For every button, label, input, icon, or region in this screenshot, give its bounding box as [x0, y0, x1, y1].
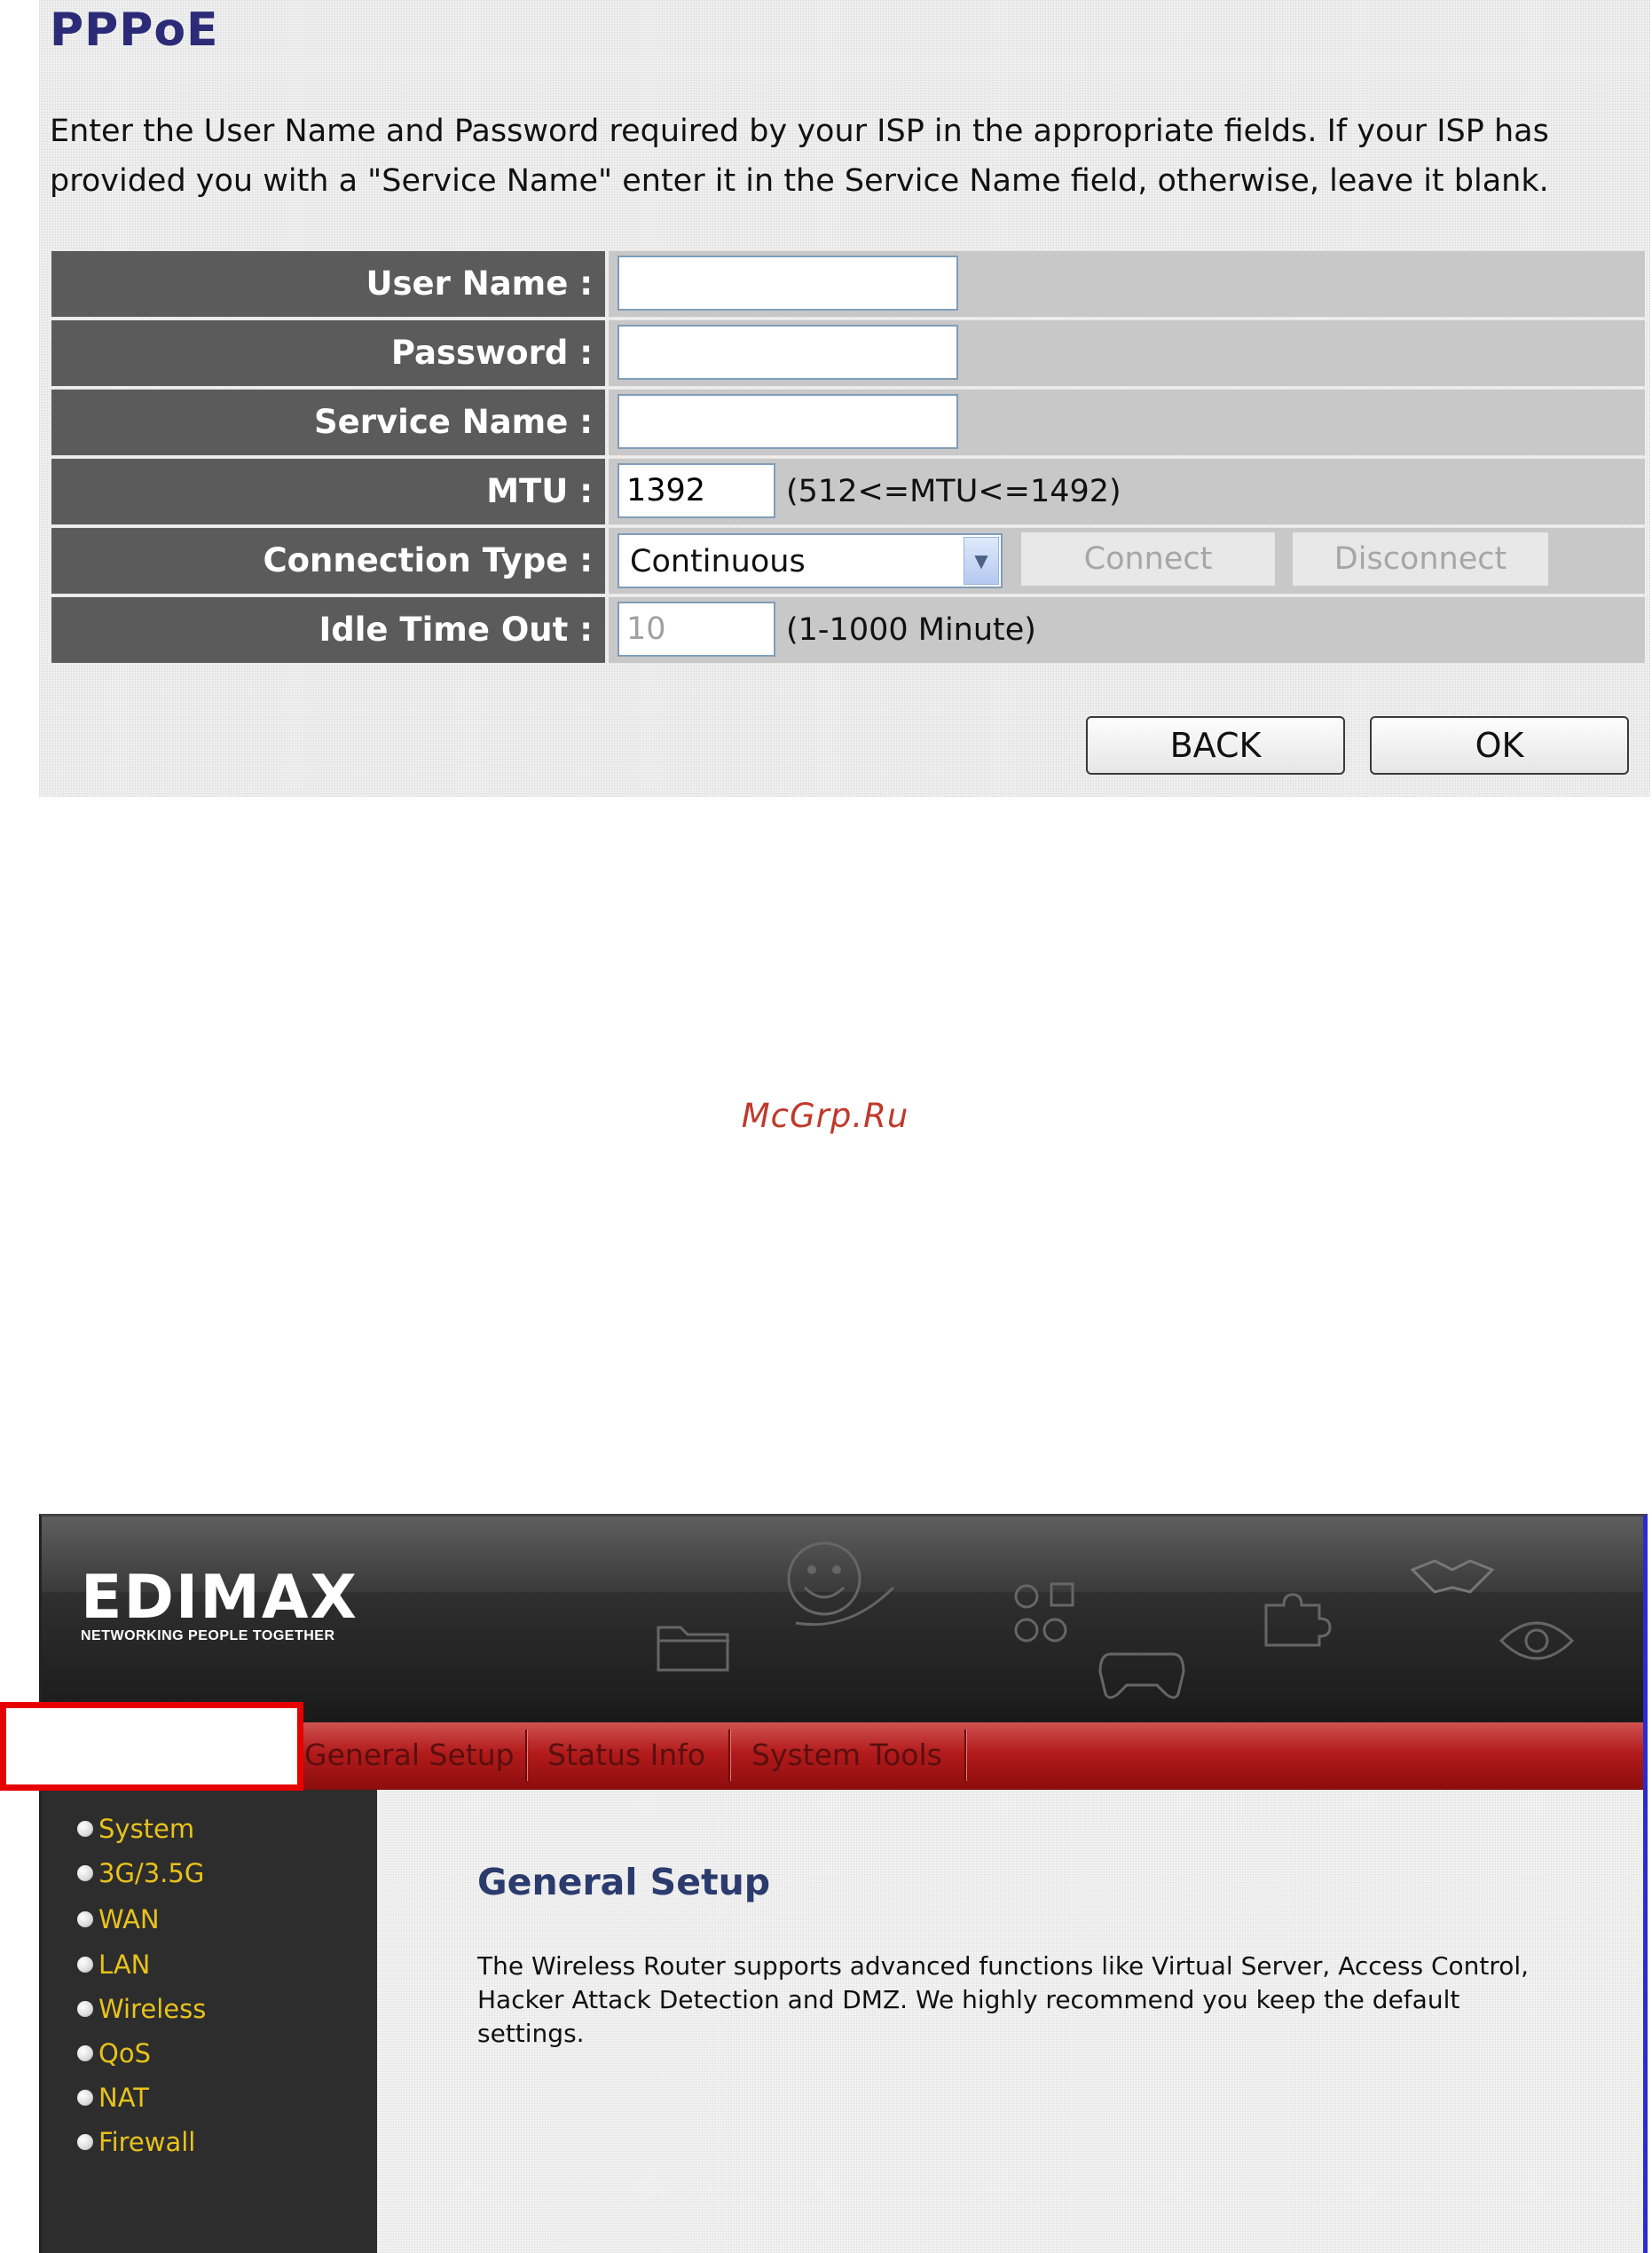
mtu-label: MTU :: [51, 459, 605, 524]
idle-timeout-row: Idle Time Out : (1-1000 Minute): [51, 597, 1645, 663]
connection-type-select[interactable]: Continuous ▼: [618, 533, 1003, 588]
content-description: The Wireless Router supports advanced fu…: [477, 1951, 1530, 2048]
service-name-row: Service Name :: [51, 390, 1645, 455]
service-name-label: Service Name :: [51, 390, 605, 455]
idle-timeout-hint: (1-1000 Minute): [786, 612, 1036, 648]
handshake-icon: [1410, 1559, 1495, 1594]
edimax-logo: EDIMAX NETWORKING PEOPLE TOGETHER: [81, 1563, 358, 1644]
radio-bullet-icon: [77, 2134, 93, 2150]
password-input[interactable]: [618, 325, 958, 380]
router-screenshot: EDIMAX NETWORKING PEOPLE TOGETHER Genera…: [39, 1514, 1648, 2253]
sidebar-item-wan[interactable]: WAN: [77, 1904, 160, 1934]
page-description: Enter the User Name and Password require…: [50, 114, 1549, 199]
sidebar-item-qos[interactable]: QoS: [77, 2038, 151, 2068]
user-name-input[interactable]: [618, 256, 958, 311]
ok-button[interactable]: OK: [1370, 716, 1629, 775]
idle-timeout-label: Idle Time Out :: [51, 597, 605, 663]
highlight-annotation: [0, 1702, 303, 1791]
mtu-row: MTU : (512<=MTU<=1492): [51, 459, 1645, 524]
sidebar-item-lan[interactable]: LAN: [77, 1950, 150, 1980]
connect-button[interactable]: Connect: [1020, 532, 1276, 587]
sidebar: System 3G/3.5G WAN LAN Wireless QoS NAT: [42, 1790, 377, 2253]
brand-name: EDIMAX: [81, 1563, 358, 1633]
molecule-icon: [1014, 1582, 1074, 1642]
chevron-down-icon[interactable]: ▼: [964, 537, 999, 585]
sidebar-item-system[interactable]: System: [77, 1814, 194, 1844]
pppoe-panel: PPPoE Enter the User Name and Password r…: [39, 0, 1650, 797]
user-name-label: User Name :: [51, 251, 605, 317]
password-label: Password :: [51, 320, 605, 386]
page-title: PPPoE: [50, 4, 219, 57]
smiley-hand-icon: [787, 1541, 895, 1627]
brand-tagline: NETWORKING PEOPLE TOGETHER: [81, 1628, 335, 1643]
disconnect-button[interactable]: Disconnect: [1292, 532, 1549, 587]
watermark-text: McGrp.Ru: [741, 1097, 909, 1135]
connection-type-label: Connection Type :: [51, 528, 605, 594]
menu-system-tools[interactable]: System Tools: [751, 1735, 942, 1776]
radio-bullet-icon: [77, 2001, 93, 2017]
password-row: Password :: [51, 320, 1645, 386]
mtu-hint: (512<=MTU<=1492): [786, 474, 1121, 509]
menu-general-setup[interactable]: General Setup: [304, 1735, 515, 1776]
sidebar-item-nat[interactable]: NAT: [77, 2083, 149, 2113]
radio-bullet-icon: [77, 1821, 93, 1837]
main-content: General Setup The Wireless Router suppor…: [377, 1790, 1643, 2253]
content-title: General Setup: [477, 1861, 771, 1903]
sidebar-item-wireless[interactable]: Wireless: [77, 1994, 206, 2024]
mtu-input[interactable]: [618, 463, 775, 518]
router-header: EDIMAX NETWORKING PEOPLE TOGETHER: [42, 1516, 1643, 1722]
user-name-row: User Name :: [51, 251, 1645, 317]
idle-timeout-input[interactable]: [618, 602, 775, 657]
radio-bullet-icon: [77, 2045, 93, 2061]
service-name-input[interactable]: [618, 394, 958, 449]
back-button[interactable]: BACK: [1086, 716, 1345, 775]
gamepad-icon: [1098, 1652, 1185, 1699]
radio-bullet-icon: [77, 1957, 93, 1973]
connection-type-value: Continuous: [630, 544, 806, 579]
radio-bullet-icon: [77, 2090, 93, 2106]
sidebar-item-firewall[interactable]: Firewall: [77, 2127, 195, 2157]
sidebar-item-3g[interactable]: 3G/3.5G: [77, 1858, 204, 1888]
puzzle-icon: [1264, 1593, 1332, 1647]
pppoe-form: User Name : Password : Service Name : MT…: [51, 251, 1645, 666]
eye-icon: [1499, 1621, 1575, 1660]
radio-bullet-icon: [77, 1865, 93, 1881]
connection-type-row: Connection Type : Continuous ▼ Connect D…: [51, 528, 1645, 594]
radio-bullet-icon: [77, 1911, 93, 1927]
folder-icon: [657, 1626, 729, 1672]
menu-status-info[interactable]: Status Info: [547, 1735, 705, 1776]
